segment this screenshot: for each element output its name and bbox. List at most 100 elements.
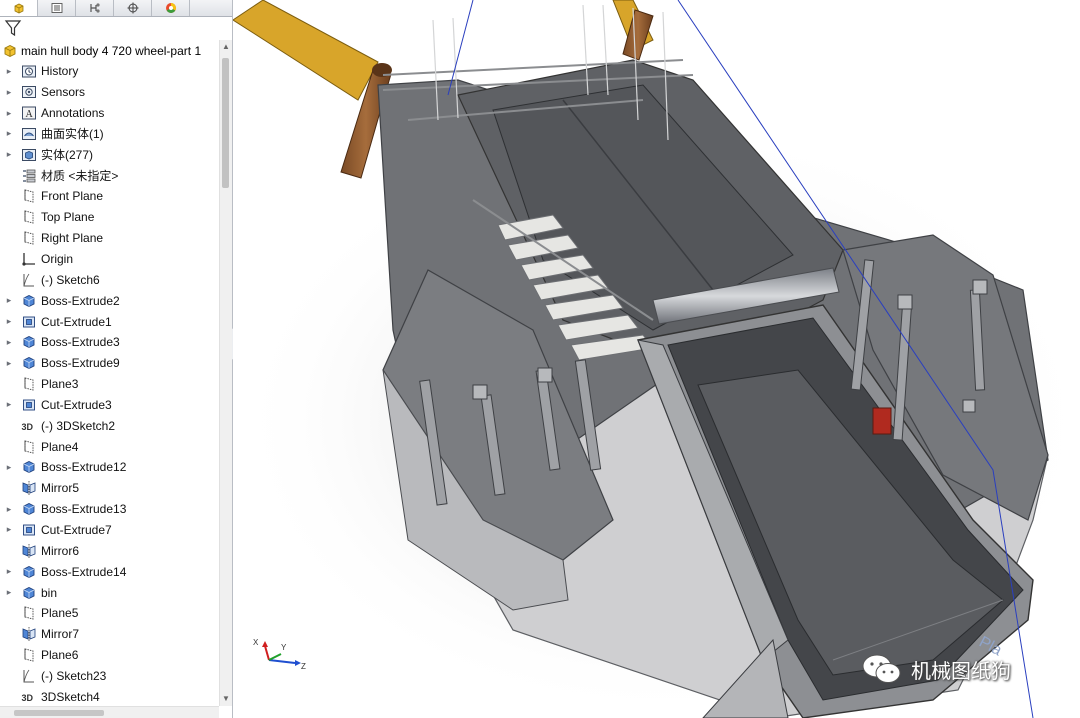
tab-display-manager[interactable] — [152, 0, 190, 16]
tab-feature-manager[interactable] — [0, 0, 38, 16]
scroll-up-icon[interactable]: ▲ — [221, 42, 231, 52]
tree-item[interactable]: (-) Sketch6 — [0, 269, 218, 290]
tree-item[interactable]: ▸ bin — [0, 582, 218, 603]
tree-item[interactable]: Plane5 — [0, 603, 218, 624]
tree-item-label: Mirror6 — [41, 543, 79, 558]
tree-item[interactable]: Top Plane — [0, 207, 218, 228]
tree-item-label: Plane5 — [41, 606, 79, 621]
tree-item[interactable]: ▸ Cut-Extrude3 — [0, 395, 218, 416]
expand-arrow-icon[interactable]: ▸ — [4, 358, 14, 369]
tree-item[interactable]: (-) Sketch23 — [0, 665, 218, 686]
tree-item[interactable]: 3D 3DSketch4 — [0, 686, 218, 707]
boss-extrude-icon — [21, 501, 37, 517]
tree-item[interactable]: ▸ Boss-Extrude14 — [0, 561, 218, 582]
plane-icon — [21, 376, 37, 392]
feature-tree: ▸ History ▸ Sensors ▸ A Annotations ▸ 曲面实体(1) ▸ 实体… — [0, 61, 218, 707]
cut-extrude-icon — [21, 314, 37, 330]
tree-item[interactable]: ▸ Sensors — [0, 82, 218, 103]
scroll-thumb[interactable] — [222, 58, 229, 188]
expand-arrow-icon[interactable]: ▸ — [4, 316, 14, 327]
svg-text:3D: 3D — [22, 422, 34, 432]
tab-property-manager[interactable] — [38, 0, 76, 16]
tree-item[interactable]: ▸ Cut-Extrude1 — [0, 311, 218, 332]
tree-item[interactable]: ▸ Boss-Extrude12 — [0, 457, 218, 478]
configuration-icon — [89, 3, 100, 13]
material-icon — [21, 168, 37, 184]
expand-arrow-icon[interactable]: ▸ — [4, 337, 14, 348]
tree-item[interactable]: ▸ A Annotations — [0, 103, 218, 124]
tree-item[interactable]: Plane6 — [0, 645, 218, 666]
expand-arrow-icon[interactable]: ▸ — [4, 128, 14, 139]
expand-arrow-icon[interactable]: ▸ — [4, 462, 14, 473]
tab-dimxpert-manager[interactable] — [114, 0, 152, 16]
scroll-down-icon[interactable]: ▼ — [221, 694, 231, 704]
expand-arrow-icon[interactable]: ▸ — [4, 587, 14, 598]
plane-icon — [21, 647, 37, 663]
boss-extrude-icon — [21, 355, 37, 371]
tree-horizontal-scrollbar[interactable] — [0, 706, 219, 718]
tree-root-part[interactable]: main hull body 4 720 wheel-part 1 — [2, 41, 201, 61]
tree-item-label: Plane4 — [41, 439, 79, 454]
surface-bodies-icon — [21, 126, 37, 142]
expand-arrow-icon[interactable]: ▸ — [4, 149, 14, 160]
part-name: main hull body 4 720 wheel-part 1 — [21, 44, 202, 58]
horizontal-scroll-thumb[interactable] — [14, 710, 104, 716]
tree-item[interactable]: ▸ Boss-Extrude9 — [0, 353, 218, 374]
sensor-icon — [21, 84, 37, 100]
expand-arrow-icon[interactable]: ▸ — [4, 295, 14, 306]
plane-icon — [21, 188, 37, 204]
tree-item[interactable]: Plane3 — [0, 374, 218, 395]
plane-icon — [21, 605, 37, 621]
tree-item[interactable]: Right Plane — [0, 228, 218, 249]
tree-item[interactable]: ▸ History — [0, 61, 218, 82]
tree-item[interactable]: ▸ Boss-Extrude2 — [0, 290, 218, 311]
expand-arrow-icon[interactable]: ▸ — [4, 524, 14, 535]
expand-arrow-icon[interactable]: ▸ — [4, 504, 14, 515]
tree-item-label: Mirror7 — [41, 627, 79, 642]
crosshair-icon — [127, 2, 138, 14]
tree-item-label: 3DSketch4 — [41, 689, 100, 704]
tree-item-label: (-) Sketch23 — [41, 668, 107, 683]
wechat-icon — [862, 654, 901, 683]
expand-arrow-icon[interactable]: ▸ — [4, 399, 14, 410]
tree-item[interactable]: ▸ Boss-Extrude13 — [0, 499, 218, 520]
tree-item-label: Cut-Extrude7 — [41, 522, 112, 537]
tree-item-label: Origin — [41, 252, 74, 267]
tree-item-label: Boss-Extrude9 — [41, 356, 120, 371]
tree-item[interactable]: Front Plane — [0, 186, 218, 207]
tree-item[interactable]: Origin — [0, 249, 218, 270]
tree-item[interactable]: Mirror5 — [0, 478, 218, 499]
3d-sketch-icon: 3D — [21, 689, 37, 705]
tree-item[interactable]: ▸ 曲面实体(1) — [0, 124, 218, 145]
tree-vertical-scrollbar[interactable]: ▲ ▼ — [219, 40, 232, 706]
tree-item[interactable]: ▸ 实体(277) — [0, 144, 218, 165]
filter-icon[interactable] — [4, 19, 22, 37]
tree-item[interactable]: Mirror6 — [0, 540, 218, 561]
color-wheel-icon — [165, 3, 176, 13]
tree-item[interactable]: 材质 <未指定> — [0, 165, 218, 186]
solid-bodies-icon — [21, 147, 37, 163]
tree-item-label: Boss-Extrude3 — [41, 335, 120, 350]
boss-extrude-icon — [21, 334, 37, 350]
tab-configuration-manager[interactable] — [76, 0, 114, 16]
tree-item-label: Mirror5 — [41, 481, 79, 496]
expand-arrow-icon[interactable]: ▸ — [4, 66, 14, 77]
tree-item-label: (-) 3DSketch2 — [41, 418, 116, 433]
tree-item[interactable]: Mirror7 — [0, 624, 218, 645]
boss-extrude-icon — [21, 293, 37, 309]
expand-arrow-icon[interactable]: ▸ — [4, 566, 14, 577]
feature-tree-icon — [14, 3, 23, 14]
tree-item[interactable]: ▸ Cut-Extrude7 — [0, 520, 218, 541]
tree-item-label: Right Plane — [41, 231, 104, 246]
tree-item[interactable]: ▸ Boss-Extrude3 — [0, 332, 218, 353]
graphics-viewport[interactable]: Pla X Y Z 机械图纸狗 — [233, 0, 1080, 718]
origin-icon — [21, 251, 37, 267]
expand-arrow-icon[interactable]: ▸ — [4, 108, 14, 119]
tree-item[interactable]: Plane4 — [0, 436, 218, 457]
mirror-icon — [21, 480, 37, 496]
tree-item[interactable]: 3D (-) 3DSketch2 — [0, 415, 218, 436]
tree-item-label: History — [41, 64, 79, 79]
tree-item-label: Boss-Extrude12 — [41, 460, 127, 475]
expand-arrow-icon[interactable]: ▸ — [4, 87, 14, 98]
tree-item-label: Boss-Extrude13 — [41, 502, 127, 517]
